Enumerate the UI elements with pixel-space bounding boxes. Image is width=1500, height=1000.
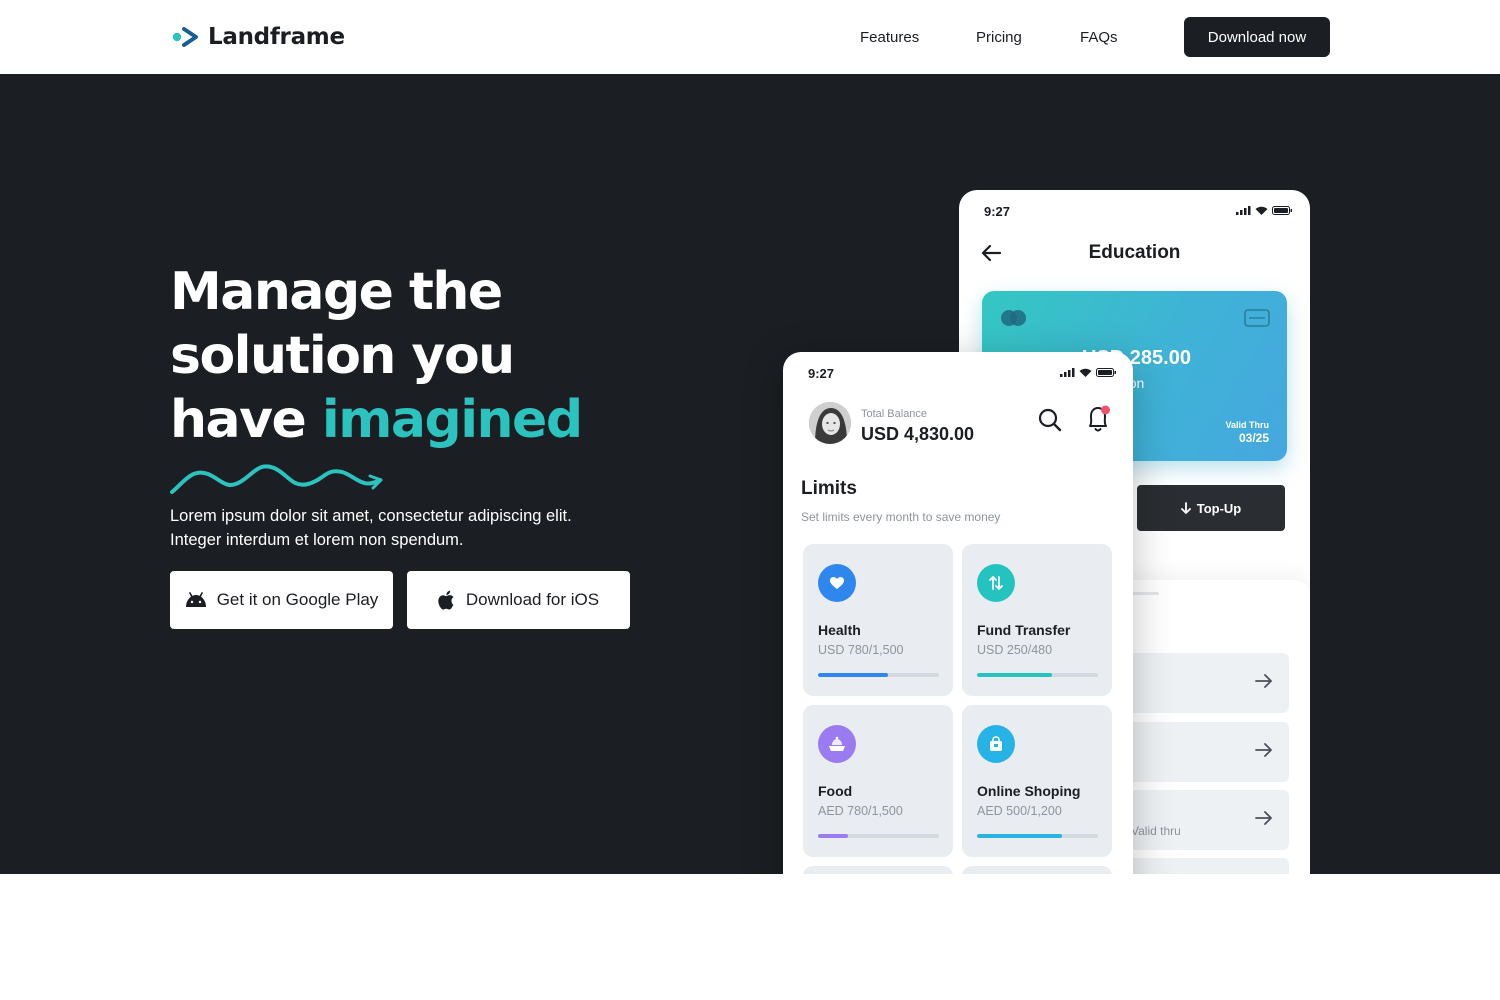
ios-label: Download for iOS xyxy=(465,590,600,609)
hero-headline: Manage the solution you have imagined xyxy=(170,260,583,452)
nav-link-pricing[interactable]: Pricing xyxy=(976,29,1022,46)
progress-track xyxy=(977,834,1098,838)
limit-tile-health[interactable]: Health USD 780/1,500 xyxy=(803,544,953,696)
wifi-icon xyxy=(1255,206,1268,215)
list-item-text: Valid thru xyxy=(1131,824,1181,838)
hero-description-line-1: Lorem ipsum dolor sit amet, consectetur … xyxy=(170,507,572,525)
squiggle-decoration xyxy=(170,464,383,494)
progress-fill xyxy=(818,673,889,677)
tile-amount: USD 780/1,500 xyxy=(818,643,904,657)
headline-accent-word: imagined xyxy=(321,390,583,450)
tile-amount: AED 780/1,500 xyxy=(818,804,903,818)
list-item[interactable] xyxy=(1119,858,1289,874)
limit-tile[interactable] xyxy=(962,866,1112,874)
card-brand-icon xyxy=(1001,310,1026,326)
status-time: 9:27 xyxy=(984,204,1011,219)
tile-name: Health xyxy=(818,622,861,638)
top-up-label: Top-Up xyxy=(1196,500,1242,516)
headline-line-3: have xyxy=(170,390,322,450)
nav-link-faqs[interactable]: FAQs xyxy=(1080,29,1118,46)
progress-track xyxy=(818,834,939,838)
ios-download-button[interactable]: Download for iOS xyxy=(407,571,630,629)
limit-tile-fund-transfer[interactable]: Fund Transfer USD 250/480 xyxy=(962,544,1112,696)
signal-icon xyxy=(1236,206,1251,215)
limit-tile[interactable] xyxy=(803,866,953,874)
education-title: Education xyxy=(1088,242,1181,263)
status-icons xyxy=(1060,368,1116,377)
tile-amount: AED 500/1,200 xyxy=(977,804,1062,818)
limits-title: Limits xyxy=(801,478,857,499)
status-time: 9:27 xyxy=(808,366,835,381)
tile-name: Online Shoping xyxy=(977,783,1081,799)
limit-tile-food[interactable]: Food AED 780/1,500 xyxy=(803,705,953,857)
headline-line-2: solution you xyxy=(170,326,515,386)
total-balance-label: Total Balance xyxy=(861,408,928,420)
logo[interactable]: Landframe xyxy=(172,22,345,52)
arrow-right-icon xyxy=(1255,674,1272,688)
list-item[interactable] xyxy=(1119,653,1289,713)
tile-name: Fund Transfer xyxy=(977,622,1071,638)
top-navbar: Landframe Features Pricing FAQs Download… xyxy=(0,0,1500,74)
progress-track xyxy=(818,673,939,677)
progress-fill xyxy=(818,834,849,838)
arrow-right-icon xyxy=(1255,811,1272,825)
hero-description-line-2: Integer interdum et lorem non spendum. xyxy=(170,531,464,549)
tile-amount: USD 250/480 xyxy=(977,643,1053,657)
signal-icon xyxy=(1060,368,1075,377)
arrow-right-icon xyxy=(1255,743,1272,757)
list-item[interactable] xyxy=(1119,722,1289,782)
google-play-label: Get it on Google Play xyxy=(216,590,379,609)
headline-line-1: Manage the xyxy=(170,262,503,322)
nav-link-features[interactable]: Features xyxy=(860,29,919,46)
list-item[interactable]: Valid thru xyxy=(1119,790,1289,850)
logo-text: Landframe xyxy=(208,24,345,50)
top-up-button[interactable]: Top-Up xyxy=(1137,485,1285,531)
valid-thru-date: 03/25 xyxy=(1238,431,1269,445)
progress-fill xyxy=(977,834,1062,838)
wifi-icon xyxy=(1079,368,1092,377)
limits-subtitle: Set limits every month to save money xyxy=(801,510,1001,524)
hero-description: Lorem ipsum dolor sit amet, consectetur … xyxy=(170,504,630,552)
arrow-down-icon xyxy=(1180,502,1191,514)
search-icon[interactable] xyxy=(1038,408,1062,432)
shopping-bag-icon xyxy=(977,725,1015,763)
hero-section: Manage the solution you have imagined Lo… xyxy=(0,74,1500,874)
notification-bell-icon[interactable] xyxy=(1086,404,1112,434)
download-now-button[interactable]: Download now xyxy=(1184,17,1330,57)
progress-track xyxy=(977,673,1098,677)
total-balance-value: USD 4,830.00 xyxy=(861,424,975,444)
status-icons xyxy=(1236,206,1292,215)
valid-thru-label: Valid Thru xyxy=(1225,420,1269,430)
google-play-button[interactable]: Get it on Google Play xyxy=(170,571,393,629)
logo-icon xyxy=(172,27,198,47)
tile-name: Food xyxy=(818,783,853,799)
apple-icon xyxy=(438,590,454,610)
battery-icon xyxy=(1096,368,1116,377)
battery-icon xyxy=(1272,206,1292,215)
food-icon xyxy=(818,725,856,763)
heart-icon xyxy=(818,564,856,602)
progress-fill xyxy=(977,673,1053,677)
avatar[interactable] xyxy=(809,402,851,444)
android-icon xyxy=(185,592,206,607)
transfer-icon xyxy=(977,564,1015,602)
avatar-portrait xyxy=(809,402,851,444)
phone-mockup-limits: 9:27 Total Balance USD 4,830.00 Limits S… xyxy=(783,352,1133,874)
limit-tile-online-shopping[interactable]: Online Shoping AED 500/1,200 xyxy=(962,705,1112,857)
card-chip-icon xyxy=(1244,309,1270,327)
